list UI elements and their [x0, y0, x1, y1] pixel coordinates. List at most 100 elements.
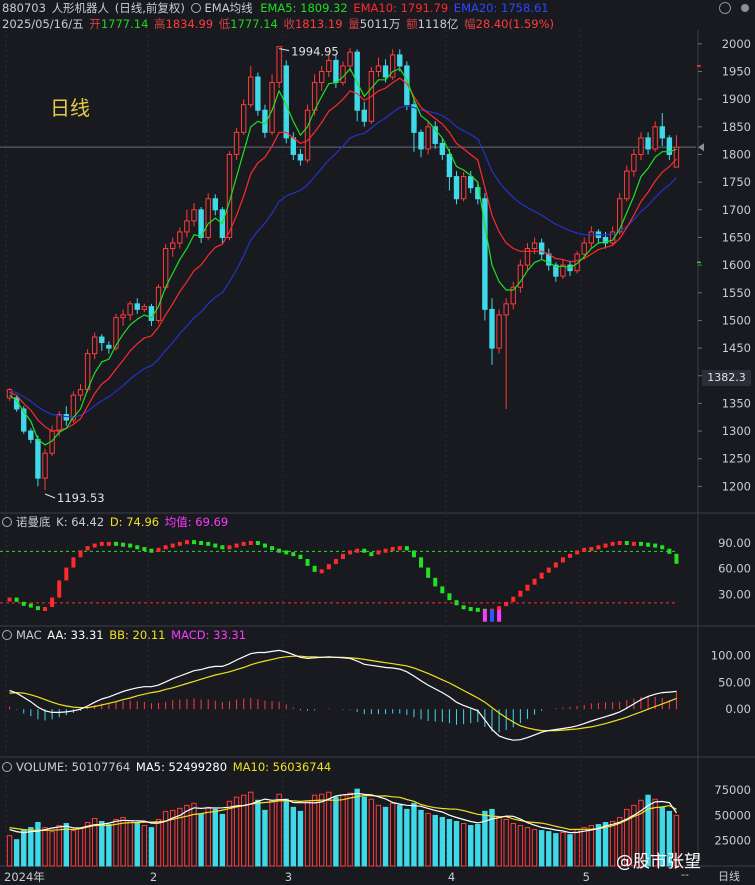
window-controls	[719, 2, 749, 14]
volume-bar	[361, 796, 367, 867]
kd-block	[440, 586, 445, 594]
kd-block	[21, 601, 26, 606]
volume-bar	[489, 808, 495, 867]
volume-bar	[255, 799, 261, 867]
candle-body	[56, 413, 62, 432]
close-value: 1813.19	[294, 17, 343, 31]
macd-bb-line	[9, 655, 677, 732]
kd-block	[504, 601, 509, 607]
symbol-name: 人形机器人	[51, 1, 110, 15]
candle-body	[290, 137, 297, 155]
volume-tick-label: 75000	[714, 783, 751, 797]
kd-d-value: D: 74.96	[109, 515, 160, 529]
price-tick-label: 1450	[722, 341, 751, 355]
volume-bar	[28, 827, 34, 867]
volume-bar	[184, 804, 190, 867]
volume-name: VOLUME: 50107764	[16, 760, 131, 774]
kd-block	[227, 545, 232, 550]
volume-bar	[42, 827, 48, 867]
candle-body	[162, 248, 169, 288]
candle-body	[184, 220, 190, 233]
high-label: 高	[154, 17, 166, 31]
min-pointer	[44, 493, 56, 499]
volume-bar	[510, 823, 516, 867]
kd-block	[348, 550, 353, 555]
macd-tick-label: 0.00	[725, 702, 751, 716]
kd-block	[546, 567, 551, 573]
kd-block	[128, 543, 133, 548]
kd-tick-label: 30.00	[718, 587, 751, 601]
candle-body	[120, 314, 126, 319]
kd-block	[369, 552, 374, 557]
kd-block	[234, 543, 239, 548]
kd-block	[674, 553, 679, 564]
chart-canvas: 1200125013001350140014501500155016001650…	[0, 30, 755, 884]
volume-legend: VOLUME: 50107764 MA5: 52499280 MA10: 560…	[2, 759, 333, 775]
kd-block	[447, 593, 452, 601]
kd-block	[341, 553, 345, 559]
kd-block	[553, 562, 558, 568]
kd-block	[383, 548, 388, 553]
volume-bar	[99, 821, 105, 867]
kd-block	[156, 547, 161, 552]
dot-icon[interactable]	[741, 4, 749, 12]
kd-toggle-icon[interactable]	[2, 517, 12, 527]
macd-toggle-icon[interactable]	[2, 630, 12, 640]
volume-bar	[162, 810, 169, 867]
macd-tick-label: 100.00	[711, 649, 751, 663]
price-tick-label: 1700	[722, 203, 751, 217]
kd-block	[532, 578, 537, 585]
volume-bar	[113, 818, 119, 867]
volume-bar	[77, 828, 84, 867]
period-button[interactable]: 日线	[718, 868, 740, 884]
scroll-dash[interactable]: --	[681, 868, 689, 881]
kd-block	[149, 548, 154, 553]
kd-block	[560, 557, 565, 563]
volume-bar	[368, 798, 375, 867]
price-tick-label: 1750	[722, 175, 751, 189]
volume-bar	[595, 824, 602, 867]
kd-block	[57, 580, 62, 598]
kd-block	[78, 550, 83, 558]
x-tick-label: 5	[583, 870, 590, 884]
kd-block	[298, 554, 303, 559]
kd-signal-block	[482, 609, 487, 622]
ema-indicator-button[interactable]: EMA均线	[190, 1, 255, 15]
candle-body	[588, 231, 595, 244]
kd-block	[312, 565, 317, 572]
volume-bar	[517, 825, 524, 867]
period-label: 日线	[50, 96, 90, 120]
volume-bar	[425, 812, 431, 867]
kd-block	[575, 550, 580, 555]
kd-block	[589, 547, 594, 551]
kd-block	[631, 541, 636, 546]
volume-toggle-icon[interactable]	[2, 762, 12, 772]
kd-block	[248, 541, 253, 545]
candle-body	[255, 76, 261, 111]
volume-bar	[198, 813, 204, 867]
kd-block	[653, 543, 658, 548]
candle-body	[411, 104, 417, 133]
volume-bar	[226, 800, 233, 867]
candle-body	[468, 176, 474, 189]
macd-bb-value: BB: 20.11	[109, 628, 166, 642]
kd-name: 诺曼底	[16, 515, 51, 529]
low-value: 1777.14	[230, 17, 278, 31]
kd-block	[99, 541, 104, 546]
price-tick-label: 1500	[722, 313, 751, 327]
ema20-legend: EMA20: 1758.61	[453, 1, 549, 15]
kd-block	[404, 546, 409, 551]
candle-body	[361, 109, 367, 122]
indicator-toggle-icon[interactable]	[190, 3, 201, 13]
candle-body	[397, 54, 403, 67]
price-tick-label: 1300	[722, 424, 751, 438]
volume-bar	[6, 835, 13, 867]
settings-icon[interactable]	[719, 2, 731, 14]
candle-body	[624, 170, 630, 200]
kd-block	[397, 546, 402, 551]
kd-block	[213, 543, 218, 548]
kd-block	[270, 546, 275, 551]
kd-block	[596, 545, 601, 550]
open-label: 开	[89, 17, 101, 31]
volume-bar	[411, 802, 417, 867]
